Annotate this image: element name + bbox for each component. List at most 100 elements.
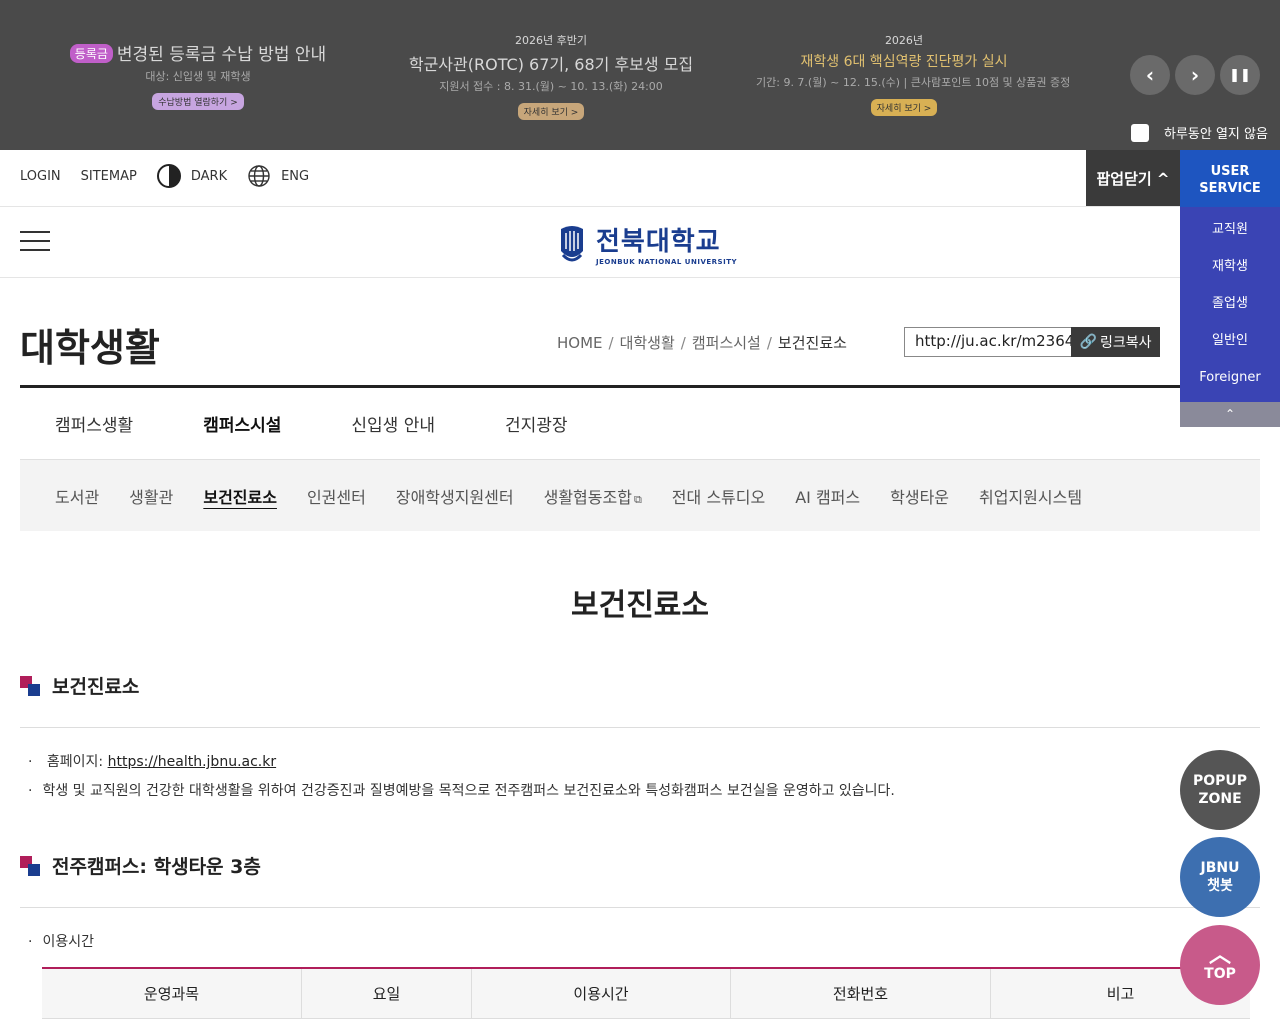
submenu-coop[interactable]: 생활협동조합 ⧉ [544,484,642,508]
submenu-dormitory[interactable]: 생활관 [129,484,173,508]
submenu-ai-campus[interactable]: AI 캠퍼스 [795,484,860,508]
homepage-bullet: 홈페이지: https://health.jbnu.ac.kr [28,751,276,771]
popup-item-sup: 2026년 후반기 [515,34,587,47]
menu-freshman-guide[interactable]: 신입생 안내 [351,411,435,436]
university-logo[interactable]: 전북대학교 JEONBUK NATIONAL UNIVERSITY [558,221,737,266]
section-heading-text: 전주캠퍼스: 학생타운 3층 [52,856,261,878]
next-arrow-icon[interactable]: › [1175,55,1215,95]
user-service-foreigner[interactable]: Foreigner [1180,361,1280,398]
user-service-alumni[interactable]: 졸업생 [1180,287,1280,324]
page-title: 대학생활 [20,326,160,370]
popup-item-title: 재학생 6대 핵심역량 진단평가 실시 [800,54,1008,70]
breadcrumb-item[interactable]: 캠퍼스시설 [692,334,761,352]
popup-zone-label-2: ZONE [1198,791,1242,807]
prev-arrow-icon[interactable]: ‹ [1130,55,1170,95]
chatbot-button[interactable]: JBNU 챗봇 [1180,837,1260,917]
logo-english: JEONBUK NATIONAL UNIVERSITY [596,258,738,266]
homepage-label: 홈페이지: [46,754,108,770]
section-heading-text: 보건진료소 [52,676,140,698]
popup-item-title: 등록금 변경된 등록금 수납 방법 안내 [66,40,330,65]
user-service-title-line2: SERVICE [1199,181,1261,196]
chatbot-label-1: JBNU [1200,860,1240,876]
menu-campus-life[interactable]: 캠퍼스생활 [55,411,133,436]
hours-bullet: 이용시간 [28,931,94,951]
content-title: 보건진료소 [571,588,709,623]
popup-item-sup: 2026년 [884,34,924,47]
submenu-library[interactable]: 도서관 [55,484,99,508]
submenu-studio[interactable]: 전대 스튜디오 [672,484,765,508]
logo-korean: 전북대학교 [596,227,721,257]
pause-icon[interactable]: ❚❚ [1220,55,1260,95]
user-service-title[interactable]: USER SERVICE [1180,150,1280,207]
popup-item-title: 학군사관(ROTC) 67기, 68기 후보생 모집 [408,55,694,74]
popup-item-tuition[interactable]: 등록금 변경된 등록금 수납 방법 안내 대상: 신입생 및 재학생 수납방법 열… [66,40,330,110]
user-service-public[interactable]: 일반인 [1180,324,1280,361]
menu-campus-facilities[interactable]: 캠퍼스시설 [203,411,281,436]
popup-item-button[interactable]: 자세히 보기 > [870,99,938,116]
chevron-up-icon: ︿ [1208,943,1231,968]
scroll-top-label: TOP [1204,966,1236,982]
popup-banner: 등록금 변경된 등록금 수납 방법 안내 대상: 신입생 및 재학생 수납방법 열… [0,0,1280,150]
table-header-cell: 이용시간 [472,969,731,1018]
checkbox-box[interactable] [1131,123,1149,142]
table-header-cell: 요일 [302,969,472,1018]
table-header-cell: 운영과목 [42,969,302,1018]
page-url-field[interactable]: http://ju.ac.kr/m2364 [904,327,1072,357]
utility-links: LOGIN SITEMAP DARK ENG [20,164,329,188]
section-divider [20,907,1260,908]
breadcrumb-home[interactable]: HOME [557,334,603,352]
hours-table-header: 운영과목 요일 이용시간 전화번호 비고 [42,969,1250,1019]
dark-mode-link[interactable]: DARK [191,169,227,184]
link-icon: 🔗 [1079,334,1097,350]
popup-close-button[interactable]: 팝업닫기 ^ [1086,150,1180,206]
user-service-panel: USER SERVICE 교직원 재학생 졸업생 일반인 Foreigner ⌃ [1180,150,1280,427]
user-service-staff[interactable]: 교직원 [1180,213,1280,250]
popup-zone-label-1: POPUP [1192,773,1248,789]
breadcrumb-current: 보건진료소 [777,334,847,352]
submenu-coop-label: 생활협동조합 [543,487,632,507]
tuition-tag: 등록금 [69,44,113,63]
login-link[interactable]: LOGIN [20,169,61,184]
utility-bar: LOGIN SITEMAP DARK ENG 팝업닫기 ^ [0,150,1280,207]
copy-link-label: 링크복사 [1099,335,1152,351]
chevron-up-icon[interactable]: ⌃ [1180,402,1280,427]
english-link[interactable]: ENG [281,169,309,184]
submenu-human-rights[interactable]: 인권센터 [307,484,366,508]
site-header: 전북대학교 JEONBUK NATIONAL UNIVERSITY [0,207,1280,278]
popup-item-desc: 대상: 신입생 및 재학생 [145,70,251,83]
user-service-title-line1: USER [1210,164,1250,179]
secondary-menu: 도서관 생활관 보건진료소 인권센터 장애학생지원센터 생활협동조합 ⧉ 전대 스… [20,459,1260,531]
popup-item-button[interactable]: 수납방법 열람하기 > [152,93,244,110]
copy-link-button[interactable]: 🔗 링크복사 [1071,327,1160,357]
popup-item-rotc[interactable]: 2026년 후반기 학군사관(ROTC) 67기, 68기 후보생 모집 지원서… [396,32,706,120]
breadcrumb-item[interactable]: 대학생활 [620,334,675,352]
submenu-career-system[interactable]: 취업지원시스템 [979,484,1082,508]
popup-item-competency[interactable]: 2026년 재학생 6대 핵심역량 진단평가 실시 기간: 9. 7.(월) ~… [756,32,1071,116]
menu-geonji-plaza[interactable]: 건지광장 [505,411,568,436]
popup-zone-button[interactable]: POPUP ZONE [1180,750,1260,830]
section-divider [20,727,1260,728]
no-show-today-checkbox[interactable]: 하루동안 열지 않음 [1131,123,1268,142]
section-heading: 전주캠퍼스: 학생타운 3층 [20,852,261,879]
user-service-student[interactable]: 재학생 [1180,250,1280,287]
chatbot-label-2: 챗봇 [1207,878,1233,894]
popup-item-button[interactable]: 자세히 보기 > [517,103,585,120]
external-link-icon: ⧉ [633,492,642,506]
submenu-student-town[interactable]: 학생타운 [890,484,949,508]
section-marker-icon [20,855,40,876]
submenu-health-center[interactable]: 보건진료소 [203,484,277,508]
breadcrumb: HOME / 대학생활 / 캠퍼스시설 / 보건진료소 [557,334,847,352]
homepage-link[interactable]: https://health.jbnu.ac.kr [108,754,277,770]
globe-icon[interactable] [247,164,271,188]
submenu-disability-support[interactable]: 장애학생지원센터 [396,484,514,508]
logo-text: 전북대학교 JEONBUK NATIONAL UNIVERSITY [596,221,737,266]
popup-item-desc: 기간: 9. 7.(월) ~ 12. 15.(수) | 큰사람포인트 10점 및… [756,76,1071,89]
scroll-top-button[interactable]: ︿ TOP [1180,925,1260,1005]
description-bullet: 학생 및 교직원의 건강한 대학생활을 위하여 건강증진과 질병예방을 목적으로… [28,780,894,800]
hamburger-menu-icon[interactable] [20,231,50,251]
section-marker-icon [20,675,40,696]
sitemap-link[interactable]: SITEMAP [81,169,137,184]
primary-menu: 캠퍼스생활 캠퍼스시설 신입생 안내 건지광장 [20,388,1260,459]
dark-mode-icon[interactable] [156,164,181,188]
section-heading: 보건진료소 [20,672,139,699]
